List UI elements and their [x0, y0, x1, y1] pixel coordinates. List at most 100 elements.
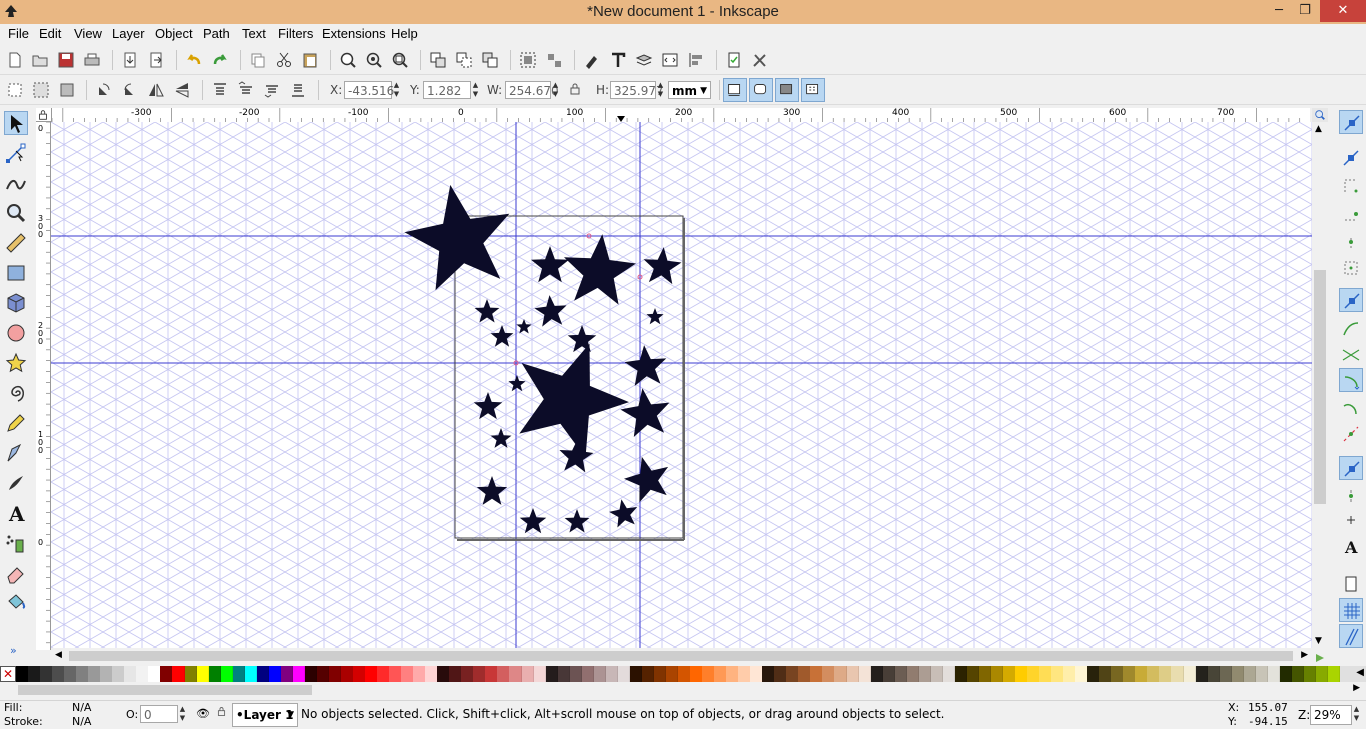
undo-icon[interactable]	[185, 51, 203, 69]
unit-select[interactable]: mm ▼	[668, 81, 711, 99]
zoom-drawing-icon[interactable]	[365, 51, 383, 69]
color-swatch[interactable]	[1195, 666, 1209, 682]
color-swatch[interactable]	[328, 666, 342, 682]
color-swatch[interactable]	[244, 666, 258, 682]
spiral-tool-icon[interactable]	[4, 381, 28, 405]
no-paint-swatch[interactable]: ✕	[0, 666, 16, 682]
color-swatch[interactable]	[401, 666, 414, 682]
color-swatch[interactable]	[786, 666, 799, 682]
snap-nodes-icon[interactable]	[1339, 288, 1363, 312]
color-swatch[interactable]	[846, 666, 860, 682]
color-swatch[interactable]	[1075, 666, 1088, 682]
lock-icon[interactable]	[568, 82, 582, 96]
xml-editor-icon[interactable]	[661, 51, 679, 69]
snap-smooth-nodes-icon[interactable]	[1339, 396, 1363, 420]
rectangle-tool-icon[interactable]	[4, 261, 28, 285]
node-tool-icon[interactable]	[4, 141, 28, 165]
visibility-eye-icon[interactable]: 👁	[196, 707, 210, 720]
deselect-icon[interactable]	[58, 81, 76, 99]
menu-file[interactable]: File	[8, 26, 29, 41]
layer-select[interactable]: •Layer 1 ▼	[232, 703, 298, 727]
pen-tool-icon[interactable]	[4, 441, 28, 465]
horizontal-ruler[interactable]: -300 -200 -100 0 100 200 300 400 500 600…	[52, 108, 1310, 123]
color-swatch[interactable]	[1039, 666, 1052, 682]
snap-bbox-midpoints-icon[interactable]	[1339, 230, 1363, 254]
color-swatch[interactable]	[1159, 666, 1172, 682]
snap-enable-icon[interactable]	[1339, 110, 1363, 134]
color-swatch[interactable]	[942, 666, 956, 682]
fill-stroke-icon[interactable]	[583, 51, 601, 69]
color-swatch[interactable]	[425, 666, 438, 682]
clone-icon[interactable]	[455, 51, 473, 69]
color-swatch[interactable]	[232, 666, 246, 682]
color-swatch[interactable]	[714, 666, 727, 682]
menu-object[interactable]: Object	[155, 26, 193, 41]
snap-intersections-icon[interactable]	[1339, 342, 1363, 366]
color-swatch[interactable]	[1027, 666, 1040, 682]
palette-scroll-right-icon[interactable]: ▶	[1353, 683, 1360, 693]
snap-page-border-icon[interactable]	[1339, 572, 1363, 596]
color-swatch[interactable]	[810, 666, 823, 682]
paint-bucket-tool-icon[interactable]	[4, 591, 28, 615]
color-swatch[interactable]	[112, 666, 125, 682]
snap-midpoints-icon[interactable]	[1339, 422, 1363, 446]
snap-grid-icon[interactable]	[1339, 598, 1363, 622]
color-swatch[interactable]	[280, 666, 294, 682]
color-swatch[interactable]	[461, 666, 474, 682]
snap-object-centers-icon[interactable]	[1339, 484, 1363, 508]
color-swatch[interactable]	[1291, 666, 1305, 682]
opacity-spinner[interactable]: ▲ ▼	[178, 705, 187, 723]
color-swatch[interactable]	[605, 666, 619, 682]
drawing-canvas[interactable]	[51, 122, 1312, 648]
color-swatch[interactable]	[1267, 666, 1281, 682]
color-swatch[interactable]	[1303, 666, 1317, 682]
color-swatch[interactable]	[449, 666, 462, 682]
color-swatch[interactable]	[196, 666, 210, 682]
select-all-layers-icon[interactable]	[32, 81, 50, 99]
color-swatch[interactable]	[665, 666, 679, 682]
redo-icon[interactable]	[211, 51, 229, 69]
color-swatch[interactable]	[1219, 666, 1233, 682]
zoom-input[interactable]: 29%	[1310, 705, 1352, 725]
vertical-scroll-thumb[interactable]	[1314, 270, 1326, 504]
color-swatch[interactable]	[268, 666, 282, 682]
color-swatch[interactable]	[389, 666, 402, 682]
color-swatch[interactable]	[1255, 666, 1269, 682]
snap-bbox-corners-icon[interactable]	[1339, 202, 1363, 226]
scroll-right-icon[interactable]: ▶	[1301, 650, 1308, 660]
color-swatch[interactable]	[882, 666, 896, 682]
color-swatch[interactable]	[545, 666, 559, 682]
cut-icon[interactable]	[275, 51, 293, 69]
unlink-clone-icon[interactable]	[481, 51, 499, 69]
zoom-page-icon[interactable]	[391, 51, 409, 69]
duplicate-icon[interactable]	[429, 51, 447, 69]
color-swatch[interactable]	[1231, 666, 1245, 682]
color-swatch[interactable]	[160, 666, 173, 682]
measure-tool-icon[interactable]	[4, 231, 28, 255]
color-swatch[interactable]	[316, 666, 330, 682]
horizontal-scrollbar[interactable]: ◀ ▶	[51, 648, 1312, 664]
fill-indicator[interactable]: N/A	[72, 701, 91, 714]
palette-menu-icon[interactable]: ◀	[1356, 667, 1364, 678]
y-spinner[interactable]: ▲ ▼	[471, 81, 480, 99]
print-icon[interactable]	[83, 51, 101, 69]
color-swatch[interactable]	[774, 666, 787, 682]
scroll-up-icon[interactable]: ▲	[1315, 124, 1322, 134]
stroke-indicator[interactable]: N/A	[72, 715, 91, 728]
color-swatch[interactable]	[1015, 666, 1028, 682]
color-swatch[interactable]	[834, 666, 847, 682]
menu-layer[interactable]: Layer	[112, 26, 145, 41]
color-swatch[interactable]	[28, 666, 41, 682]
color-swatch[interactable]	[593, 666, 607, 682]
color-swatch[interactable]	[353, 666, 366, 682]
menu-extensions[interactable]: Extensions	[322, 26, 386, 41]
y-input[interactable]: 1.282	[423, 81, 471, 99]
zoom-correction-icon[interactable]	[1314, 109, 1326, 121]
raise-to-top-icon[interactable]	[211, 81, 229, 99]
raise-icon[interactable]	[237, 81, 255, 99]
open-icon[interactable]	[31, 51, 49, 69]
color-swatch[interactable]	[365, 666, 378, 682]
palette-scrollbar[interactable]: ▶	[0, 683, 1366, 697]
color-swatch[interactable]	[509, 666, 523, 682]
text-tool-icon[interactable]: A	[4, 501, 28, 525]
